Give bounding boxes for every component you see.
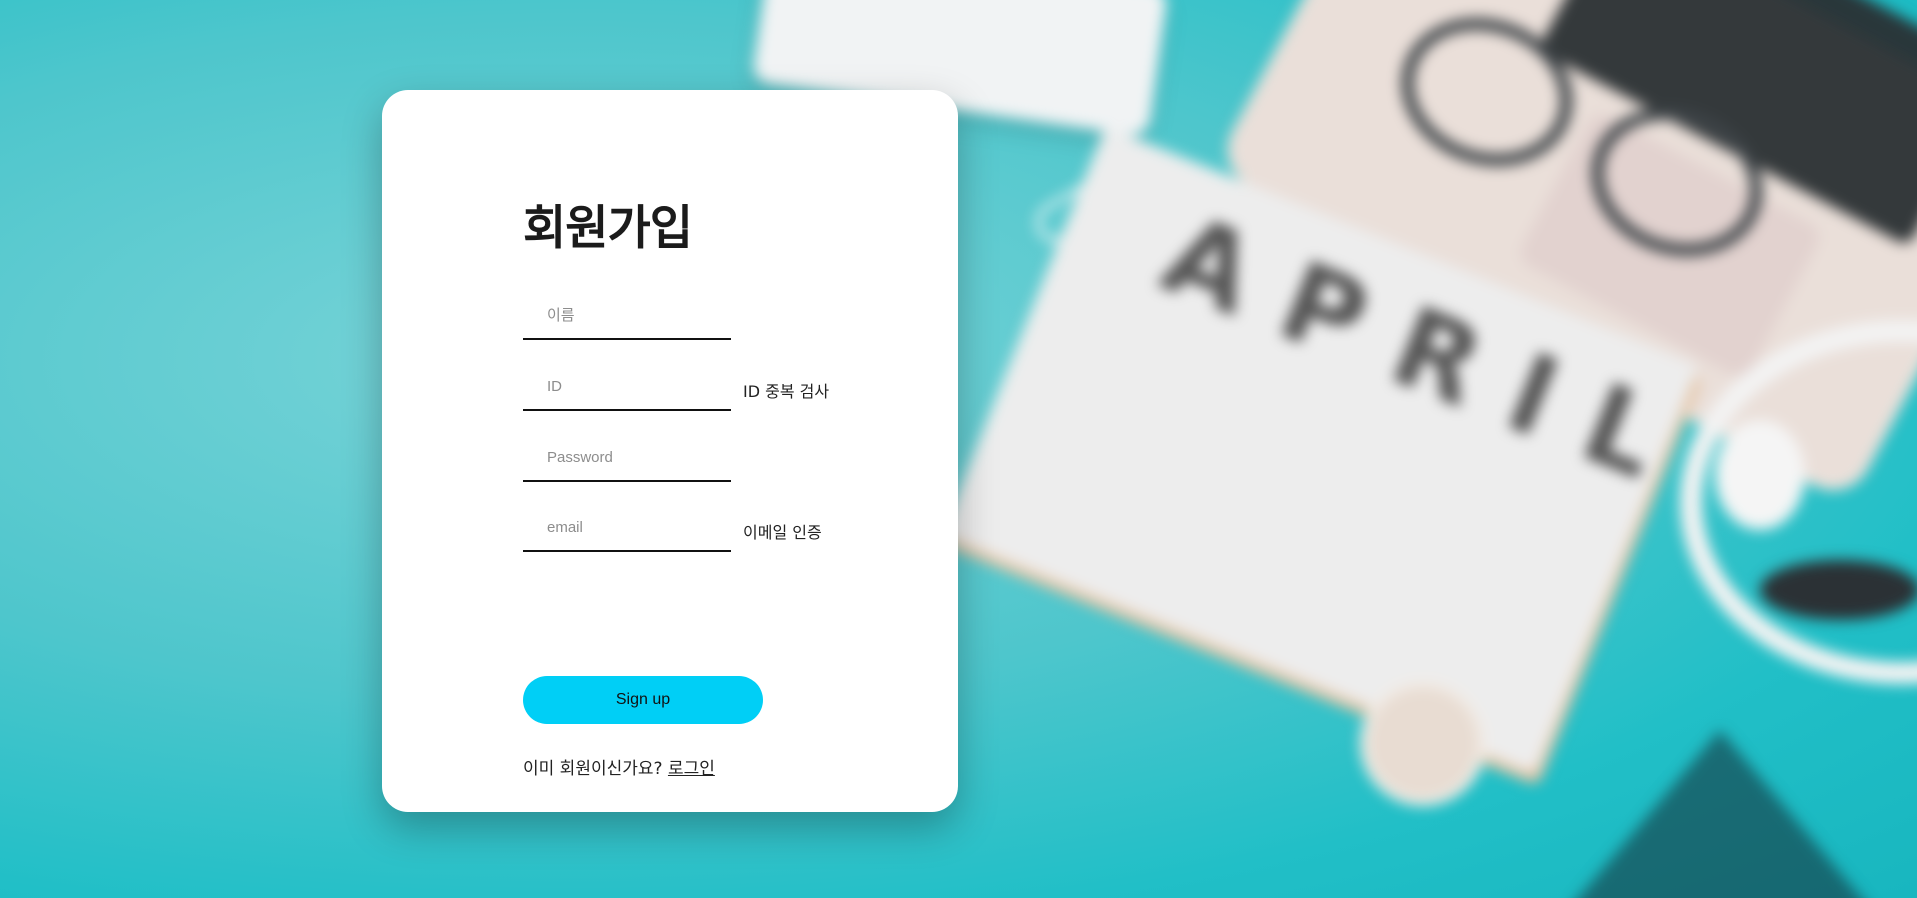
signup-form: 회원가입 ID 중복 검사 이메일 인증 Sign up 이미 회원이신가요? … bbox=[523, 201, 829, 779]
id-duplicate-check-button[interactable]: ID 중복 검사 bbox=[743, 378, 829, 402]
login-prompt: 이미 회원이신가요? 로그인 bbox=[523, 754, 715, 779]
alarm-clock-shape bbox=[1360, 680, 1486, 806]
password-row bbox=[523, 434, 943, 484]
id-row: ID 중복 검사 bbox=[523, 363, 943, 413]
already-member-text: 이미 회원이신가요? bbox=[523, 759, 663, 779]
signup-card: 회원가입 ID 중복 검사 이메일 인증 Sign up 이미 회원이신가요? … bbox=[382, 90, 958, 812]
signup-button[interactable]: Sign up bbox=[523, 676, 763, 724]
page-title: 회원가입 bbox=[523, 201, 693, 256]
name-input[interactable] bbox=[523, 292, 731, 340]
headphone-earcup bbox=[1715, 420, 1805, 530]
background-image: APRIL bbox=[0, 0, 1917, 898]
background-blur-layer: APRIL bbox=[0, 0, 1917, 898]
email-input[interactable] bbox=[523, 504, 731, 552]
headphone-earcup-dark bbox=[1760, 560, 1917, 620]
name-row bbox=[523, 292, 943, 342]
login-link[interactable]: 로그인 bbox=[668, 759, 715, 779]
pyramid-shape bbox=[1560, 730, 1880, 898]
email-row: 이메일 인증 bbox=[523, 504, 943, 554]
password-input[interactable] bbox=[523, 434, 731, 482]
email-verify-button[interactable]: 이메일 인증 bbox=[743, 519, 822, 543]
id-input[interactable] bbox=[523, 363, 731, 411]
